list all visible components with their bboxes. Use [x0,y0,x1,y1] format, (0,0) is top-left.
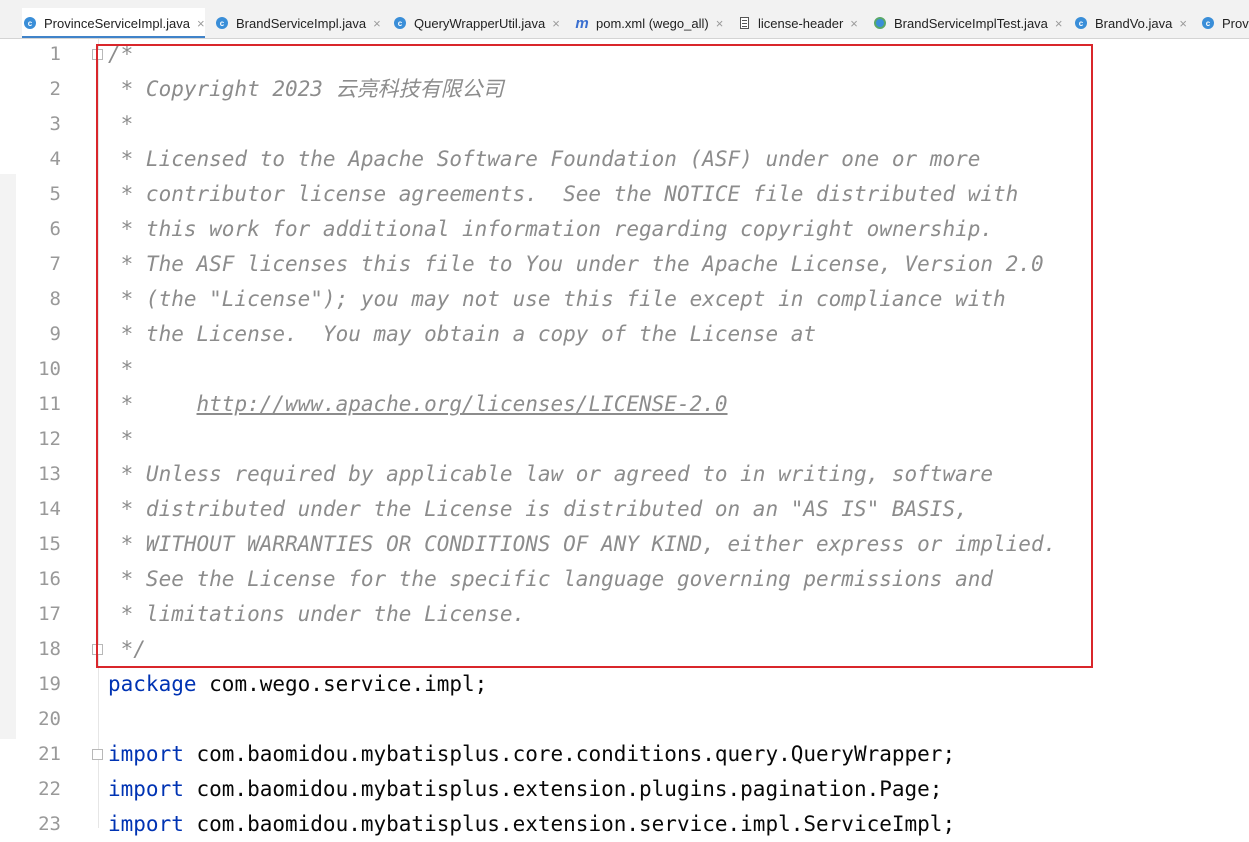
line-number: 7 [49,253,61,275]
line-number: 6 [49,218,61,240]
tab-query-wrapper-util[interactable]: c QueryWrapperUtil.java × [392,8,560,38]
line-number: 1 [49,43,61,65]
class-icon: c [22,15,38,31]
tab-label: license-header [758,15,844,31]
close-icon[interactable]: × [1055,16,1063,31]
line-number: 23 [38,813,61,835]
class-icon: c [392,15,408,31]
keyword: import [108,742,184,766]
line-number: 12 [38,428,61,450]
tab-label: QueryWrapperUtil.java [414,15,546,31]
change-marker [0,174,16,739]
tab-label: BrandServiceImpl.java [236,15,367,31]
line-number: 3 [49,113,61,135]
tab-pom-xml[interactable]: m pom.xml (wego_all) × [574,8,723,38]
class-icon: c [1073,15,1089,31]
line-number: 16 [38,568,61,590]
text-file-icon [736,15,752,31]
line-number: 8 [49,288,61,310]
tab-label: Prov [1222,15,1249,31]
close-icon[interactable]: × [552,16,560,31]
code-editor[interactable]: 1 2 3 4 5 6 7 8 9 10 11 12 13 14 15 16 1… [0,39,1249,836]
keyword: import [108,777,184,801]
code-line: * distributed under the License is distr… [108,497,968,521]
line-number: 11 [38,393,61,415]
tab-label: BrandServiceImplTest.java [894,15,1048,31]
code-line: * See the License for the specific langu… [108,567,994,591]
tab-brand-vo[interactable]: c BrandVo.java × [1073,8,1187,38]
code-text: com.baomidou.mybatisplus.extension.servi… [183,812,956,836]
fold-start-icon[interactable] [92,749,103,760]
tab-label: pom.xml (wego_all) [596,15,709,31]
code-line: */ [108,637,146,661]
tab-prov-truncated[interactable]: c Prov [1200,8,1249,38]
code-line: * (the "License"); you may not use this … [108,287,1006,311]
code-line: * WITHOUT WARRANTIES OR CONDITIONS OF AN… [108,532,1057,556]
close-icon[interactable]: × [850,16,858,31]
class-icon: c [214,15,230,31]
code-line: * limitations under the License. [108,602,526,626]
line-number: 18 [38,638,61,660]
line-number: 9 [49,323,61,345]
comment-prefix: * [108,392,197,416]
line-number: 10 [38,358,61,380]
code-text: com.wego.service.impl; [196,672,488,696]
line-number: 13 [38,463,61,485]
code-line: * Copyright 2023 云亮科技有限公司 [108,77,504,101]
code-line: * Licensed to the Apache Software Founda… [108,147,981,171]
license-url-link[interactable]: http://www.apache.org/licenses/LICENSE-2… [197,392,728,416]
keyword: package [108,672,197,696]
change-marker-strip [0,39,16,828]
line-number-gutter: 1 2 3 4 5 6 7 8 9 10 11 12 13 14 15 16 1… [16,39,103,835]
line-number: 22 [38,778,61,800]
editor-tab-bar: c ProvinceServiceImpl.java × c BrandServ… [0,8,1249,39]
line-number: 20 [38,708,61,730]
tab-label: BrandVo.java [1095,15,1173,31]
close-icon[interactable]: × [1179,16,1187,31]
line-number: 21 [38,743,61,765]
close-icon[interactable]: × [197,16,205,31]
fold-start-icon[interactable] [92,49,103,60]
code-line: import com.baomidou.mybatisplus.extensio… [108,807,955,842]
close-icon[interactable]: × [716,16,724,31]
line-number: 2 [49,78,61,100]
code-text: com.baomidou.mybatisplus.extension.plugi… [183,777,943,801]
tab-brand-service-impl[interactable]: c BrandServiceImpl.java × [214,8,381,38]
code-line: /* [108,42,134,66]
line-number: 19 [38,673,61,695]
code-line: import com.baomidou.mybatisplus.extensio… [108,772,942,807]
code-line: * the License. You may obtain a copy of … [108,322,817,346]
line-number: 15 [38,533,61,555]
top-toolbar-strip [0,0,1249,8]
code-line: * Unless required by applicable law or a… [108,462,994,486]
code-line: * The ASF licenses this file to You unde… [108,252,1044,276]
tab-province-service-impl[interactable]: c ProvinceServiceImpl.java × [22,8,205,38]
fold-end-icon[interactable] [92,644,103,655]
code-line: * [108,357,134,381]
line-number: 17 [38,603,61,625]
tab-label: ProvinceServiceImpl.java [44,15,190,31]
code-line: * [108,427,134,451]
test-class-icon [872,15,888,31]
class-icon: c [1200,15,1216,31]
code-text: com.baomidou.mybatisplus.core.conditions… [183,742,956,766]
close-icon[interactable]: × [373,16,381,31]
keyword: import [108,812,184,836]
code-area[interactable]: /* * Copyright 2023 云亮科技有限公司 * * License… [108,39,1249,836]
tab-brand-service-impl-test[interactable]: BrandServiceImplTest.java × [872,8,1063,38]
line-number: 5 [49,183,61,205]
maven-icon: m [575,14,589,32]
tab-license-header[interactable]: license-header × [736,8,858,38]
code-line: * this work for additional information r… [108,217,994,241]
code-line: * http://www.apache.org/licenses/LICENSE… [108,387,728,422]
line-number: 14 [38,498,61,520]
line-number: 4 [49,148,61,170]
code-line: * [108,112,134,136]
code-line: package com.wego.service.impl; [108,667,487,702]
code-line: import com.baomidou.mybatisplus.core.con… [108,737,955,772]
code-line: * contributor license agreements. See th… [108,182,1019,206]
